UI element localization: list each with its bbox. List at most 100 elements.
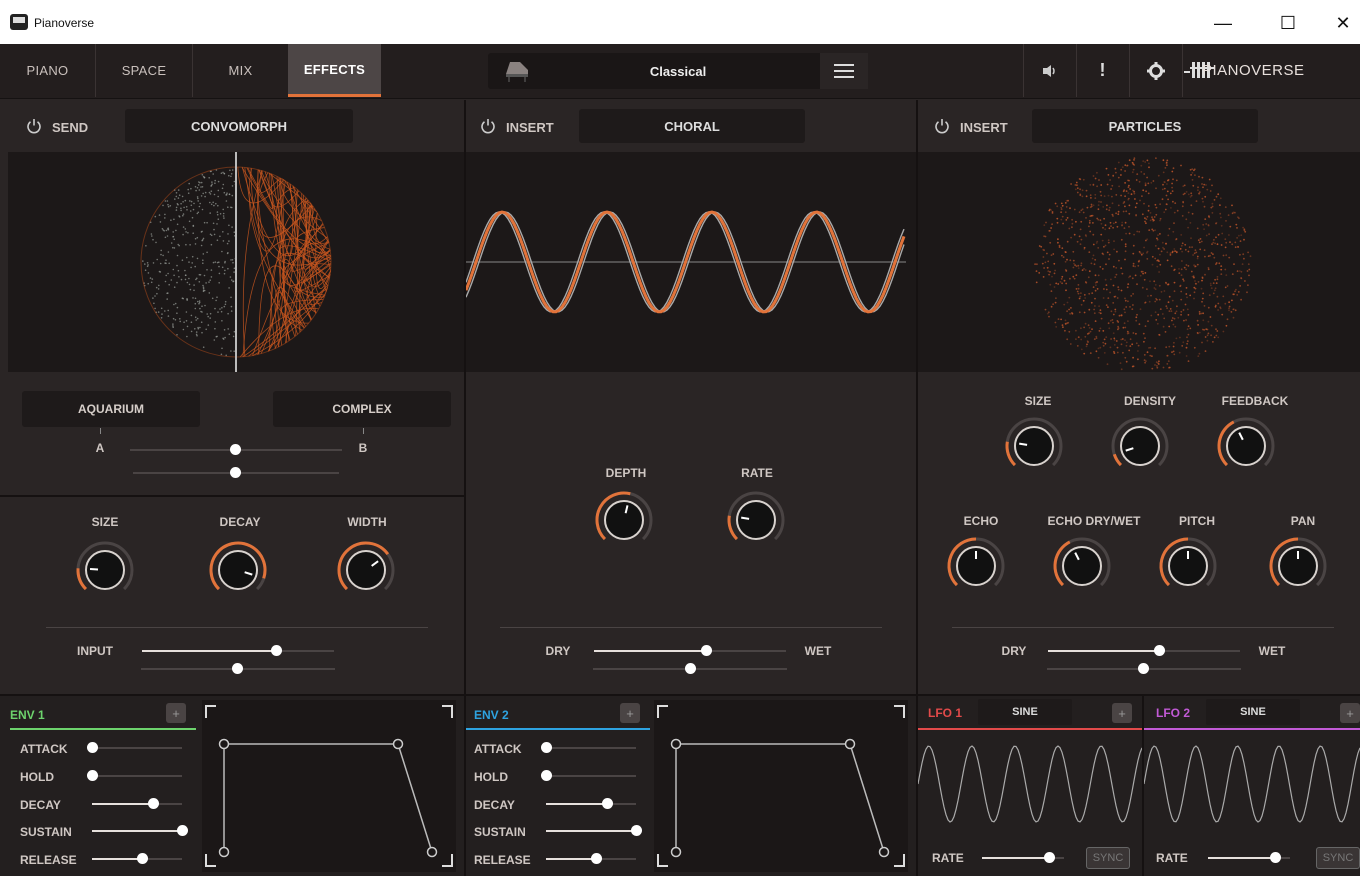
- env1-add-button[interactable]: +: [166, 703, 186, 723]
- lfo2-shape-selector[interactable]: SINE: [1206, 699, 1300, 725]
- width-knob[interactable]: [336, 540, 396, 600]
- dry-wet-mod-thumb[interactable]: [1138, 663, 1149, 674]
- knob-label-pitch: PITCH: [1179, 514, 1215, 528]
- lfo2-add-button[interactable]: +: [1340, 703, 1360, 723]
- env2-decay-label: DECAY: [474, 798, 515, 812]
- env-slider-thumb[interactable]: [541, 770, 552, 781]
- insert1-effect-selector[interactable]: CHORAL: [579, 109, 805, 143]
- lfo1-add-button[interactable]: +: [1112, 703, 1132, 723]
- volume-button[interactable]: [1023, 44, 1075, 97]
- insert2-effect-selector[interactable]: PARTICLES: [1032, 109, 1258, 143]
- preset-name: Classical: [649, 64, 707, 79]
- morph-slider-thumb[interactable]: [230, 444, 241, 455]
- lfo2-rate-thumb[interactable]: [1270, 852, 1281, 863]
- env1-release-label: RELEASE: [20, 853, 77, 867]
- power-icon[interactable]: [480, 118, 496, 134]
- tab-mix[interactable]: MIX: [193, 44, 288, 97]
- particle-size-knob[interactable]: [1004, 416, 1064, 476]
- env2-attack-label: ATTACK: [474, 742, 522, 756]
- knob-label-echo: ECHO: [963, 514, 999, 528]
- echo-knob[interactable]: [946, 536, 1006, 596]
- choral-visualizer: [464, 152, 916, 372]
- input-mod-thumb[interactable]: [232, 663, 243, 674]
- env1-attack-label: ATTACK: [20, 742, 68, 756]
- env-slider[interactable]: [546, 775, 636, 777]
- env-slider-thumb[interactable]: [137, 853, 148, 864]
- ir-a-selector[interactable]: AQUARIUM: [22, 391, 200, 427]
- preset-selector[interactable]: Classical: [488, 53, 868, 89]
- env-slider[interactable]: [92, 747, 182, 749]
- dry-wet-mod-thumb[interactable]: [685, 663, 696, 674]
- tab-effects[interactable]: EFFECTS: [288, 44, 381, 97]
- lfo1-shape-selector[interactable]: SINE: [978, 699, 1072, 725]
- alert-button[interactable]: !: [1076, 44, 1128, 97]
- close-button[interactable]: ✕: [1320, 8, 1360, 38]
- env-slider-thumb[interactable]: [87, 770, 98, 781]
- rate-knob[interactable]: [726, 490, 786, 550]
- power-icon[interactable]: [26, 118, 42, 134]
- speaker-icon: [1042, 64, 1055, 77]
- env1-sustain-label: SUSTAIN: [20, 825, 72, 839]
- tab-space[interactable]: SPACE: [96, 44, 192, 97]
- settings-button[interactable]: [1129, 44, 1181, 97]
- lfo1-waveform: [918, 745, 1142, 823]
- echo-dry-wet-knob[interactable]: [1052, 536, 1112, 596]
- env-slider-thumb[interactable]: [602, 798, 613, 809]
- knob-label-size: SIZE: [91, 515, 119, 529]
- env2-graph[interactable]: [654, 700, 908, 872]
- particles-visualizer: [918, 152, 1360, 372]
- env-slider-thumb[interactable]: [631, 825, 642, 836]
- lfo2-panel: LFO 2 SINE + RATE SYNC: [1144, 696, 1360, 876]
- env1-title[interactable]: ENV 1: [10, 708, 45, 722]
- top-bar: PIANO SPACE MIX EFFECTS Classical ! PIAN…: [0, 44, 1360, 99]
- size-knob[interactable]: [75, 540, 135, 600]
- input-slider-thumb[interactable]: [271, 645, 282, 656]
- maximize-button[interactable]: ☐: [1265, 8, 1311, 38]
- send-effect-selector[interactable]: CONVOMORPH: [125, 109, 353, 143]
- preset-menu-button[interactable]: [820, 53, 868, 89]
- env-slider-thumb[interactable]: [148, 798, 159, 809]
- ir-b-selector[interactable]: COMPLEX: [273, 391, 451, 427]
- env1-panel: ENV 1 + ATTACK HOLD DECAY SUSTAIN RELEAS…: [0, 696, 464, 876]
- lfo1-title[interactable]: LFO 1: [928, 706, 962, 720]
- env2-release-label: RELEASE: [474, 853, 531, 867]
- lfo1-rate-thumb[interactable]: [1044, 852, 1055, 863]
- env-slider-thumb[interactable]: [177, 825, 188, 836]
- lfo2-title[interactable]: LFO 2: [1156, 706, 1190, 720]
- pitch-knob[interactable]: [1158, 536, 1218, 596]
- env-slider[interactable]: [546, 747, 636, 749]
- lfo2-rate-label: RATE: [1156, 851, 1188, 865]
- env2-title[interactable]: ENV 2: [474, 708, 509, 722]
- knob-label-rate: RATE: [741, 466, 773, 480]
- feedback-knob[interactable]: [1216, 416, 1276, 476]
- env-slider[interactable]: [92, 775, 182, 777]
- dry-wet-thumb[interactable]: [1154, 645, 1165, 656]
- dry-label: DRY: [545, 644, 571, 658]
- minimize-button[interactable]: —: [1200, 8, 1246, 38]
- env-slider-thumb[interactable]: [541, 742, 552, 753]
- decay-knob[interactable]: [208, 540, 268, 600]
- env1-graph[interactable]: [202, 700, 456, 872]
- env-slider-thumb[interactable]: [87, 742, 98, 753]
- insert2-label: INSERT: [960, 120, 1008, 135]
- lfo2-sync-button[interactable]: SYNC: [1316, 847, 1360, 869]
- send-panel: SEND CONVOMORPH AQUARIUM COMPLEX A B SIZ…: [0, 100, 464, 694]
- knob-label-density: DENSITY: [1123, 394, 1176, 408]
- power-icon[interactable]: [934, 118, 950, 134]
- send-label: SEND: [52, 120, 89, 135]
- tab-piano[interactable]: PIANO: [0, 44, 95, 97]
- window-title: Pianoverse: [34, 16, 95, 30]
- env-slider-thumb[interactable]: [591, 853, 602, 864]
- title-bar: Pianoverse — ☐ ✕: [0, 0, 1360, 44]
- env2-add-button[interactable]: +: [620, 703, 640, 723]
- lfo1-sync-button[interactable]: SYNC: [1086, 847, 1130, 869]
- pan-knob[interactable]: [1268, 536, 1328, 596]
- depth-knob[interactable]: [594, 490, 654, 550]
- grand-piano-icon: [506, 62, 528, 82]
- morph-mod-thumb[interactable]: [230, 467, 241, 478]
- knob-label-echo-dry-wet: ECHO DRY/WET: [1047, 514, 1141, 528]
- gear-icon: [1146, 61, 1165, 80]
- density-knob[interactable]: [1110, 416, 1170, 476]
- dry-wet-thumb[interactable]: [701, 645, 712, 656]
- knob-label-size: SIZE: [1024, 394, 1052, 408]
